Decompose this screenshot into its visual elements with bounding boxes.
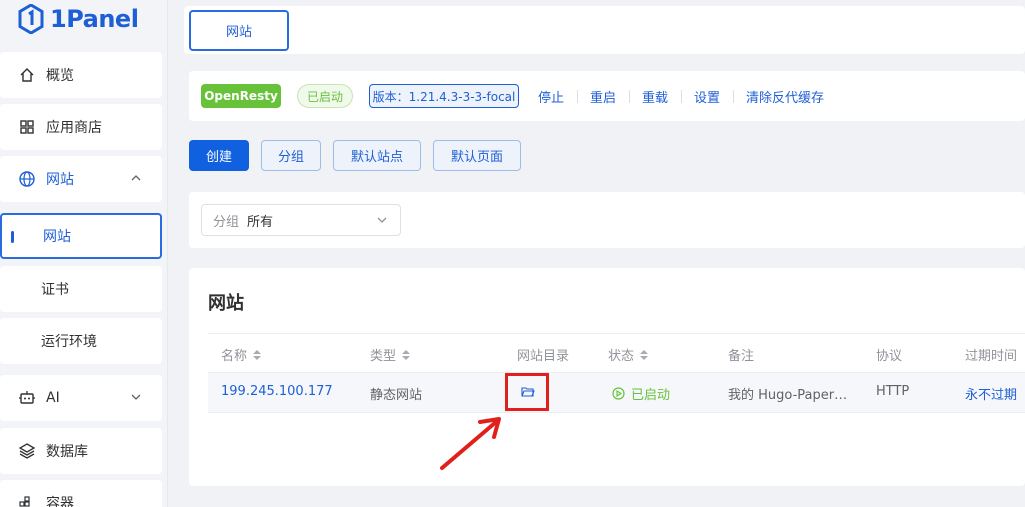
sidebar-item-label: 网站: [43, 229, 71, 245]
globe-icon: [18, 170, 36, 188]
sidebar-item-label: 网站: [46, 172, 74, 188]
column-label: 网站目录: [517, 349, 570, 364]
app-name-badge: OpenResty: [201, 84, 281, 108]
default-page-button[interactable]: 默认页面: [433, 140, 521, 171]
sidebar-item-certificate[interactable]: 证书: [0, 266, 162, 312]
active-indicator: [11, 231, 14, 243]
default-site-button[interactable]: 默认站点: [333, 140, 421, 171]
sidebar-item-label: 运行环境: [41, 334, 97, 350]
chevron-up-icon: [130, 172, 142, 188]
sidebar-item-database[interactable]: 数据库: [0, 428, 162, 474]
table-header: 名称 类型 网站目录 状态 备注 协议 过期时间: [208, 333, 1025, 373]
column-expire: 过期时间: [965, 345, 1017, 364]
tab-label: 网站: [225, 25, 252, 40]
column-label: 过期时间: [965, 349, 1018, 364]
sidebar-item-website-group[interactable]: 网站: [0, 156, 162, 202]
column-label: 名称: [221, 349, 248, 364]
logo-text: 1Panel: [50, 5, 139, 33]
annotation-arrow-icon: [440, 417, 501, 470]
stop-link[interactable]: 停止: [538, 87, 564, 106]
site-name-link[interactable]: 199.245.100.177: [221, 384, 333, 399]
version-badge: 版本：1.21.4.3-3-3-focal: [369, 84, 519, 108]
sidebar-item-label: 证书: [41, 282, 69, 298]
column-type[interactable]: 类型: [370, 345, 411, 364]
button-label: 创建: [205, 150, 232, 165]
app-name-text: OpenResty: [204, 89, 278, 103]
group-filter-select[interactable]: 分组 所有: [201, 204, 401, 236]
divider: [577, 90, 578, 103]
sidebar-item-ai[interactable]: AI: [0, 375, 162, 421]
sidebar-item-overview[interactable]: 概览: [0, 52, 162, 98]
divider: [681, 90, 682, 103]
site-status-text: 已启动: [631, 388, 671, 403]
robot-icon: [18, 389, 36, 407]
settings-link[interactable]: 设置: [694, 87, 720, 106]
column-label: 备注: [728, 349, 755, 364]
chevron-down-icon: [130, 391, 142, 407]
site-expire-link[interactable]: 永不过期: [965, 384, 1017, 403]
version-text: 版本：1.21.4.3-3-3-focal: [372, 89, 516, 104]
button-label: 分组: [277, 150, 304, 165]
column-status[interactable]: 状态: [608, 345, 649, 364]
column-label: 类型: [370, 349, 397, 364]
group-button[interactable]: 分组: [261, 140, 321, 171]
sidebar-item-label: 数据库: [46, 444, 88, 460]
create-button[interactable]: 创建: [189, 140, 249, 171]
column-site-dir: 网站目录: [517, 345, 569, 364]
tab-strip: [184, 6, 1025, 54]
site-status[interactable]: 已启动: [612, 384, 670, 403]
sort-icon[interactable]: [639, 349, 649, 361]
sort-icon[interactable]: [401, 349, 411, 361]
filter-value: 所有: [247, 214, 274, 230]
column-name[interactable]: 名称: [221, 345, 262, 364]
column-remark: 备注: [728, 345, 754, 364]
container-icon: [18, 494, 36, 507]
clear-proxy-cache-link[interactable]: 清除反代缓存: [746, 87, 824, 106]
grid-icon: [18, 118, 36, 136]
layers-icon: [18, 442, 36, 460]
site-protocol: HTTP: [876, 384, 910, 399]
site-type: 静态网站: [370, 388, 423, 403]
button-label: 默认站点: [350, 150, 403, 165]
filter-label: 分组: [213, 214, 240, 230]
play-circle-icon: [612, 387, 625, 400]
sidebar-item-appstore[interactable]: 应用商店: [0, 104, 162, 150]
annotation-highlight-box: [505, 373, 549, 411]
column-label: 协议: [876, 349, 903, 364]
restart-link[interactable]: 重启: [590, 87, 616, 106]
sidebar-item-label: 概览: [46, 68, 74, 84]
sidebar-item-runtime[interactable]: 运行环境: [0, 318, 162, 364]
sort-icon[interactable]: [252, 349, 262, 361]
table-title: 网站: [208, 293, 244, 314]
sidebar-item-website[interactable]: 网站: [0, 213, 162, 259]
sidebar-item-label: 应用商店: [46, 120, 102, 136]
reload-link[interactable]: 重载: [642, 87, 668, 106]
status-text: 已启动: [306, 89, 343, 104]
sidebar-item-label: AI: [46, 390, 60, 406]
chevron-down-icon: [376, 214, 388, 230]
sidebar-item-container[interactable]: 容器: [0, 480, 162, 507]
sidebar-item-label: 容器: [46, 496, 74, 507]
home-icon: [18, 66, 36, 84]
status-badge: 已启动: [297, 84, 353, 108]
logo-icon: [18, 4, 44, 34]
app-logo[interactable]: 1Panel: [18, 4, 139, 34]
button-label: 默认页面: [450, 150, 503, 165]
table-row: 199.245.100.177 静态网站 已启动 我的 Hugo-Paper… …: [208, 373, 1025, 413]
column-label: 状态: [608, 349, 635, 364]
divider: [733, 90, 734, 103]
sidebar: 1Panel 概览 应用商店 网站 网站 证书 运行环境 AI 数据库 容器: [0, 0, 168, 507]
tab-website[interactable]: 网站: [189, 10, 289, 51]
site-remark: 我的 Hugo-Paper…: [728, 388, 848, 403]
divider: [629, 90, 630, 103]
column-protocol: 协议: [876, 345, 902, 364]
